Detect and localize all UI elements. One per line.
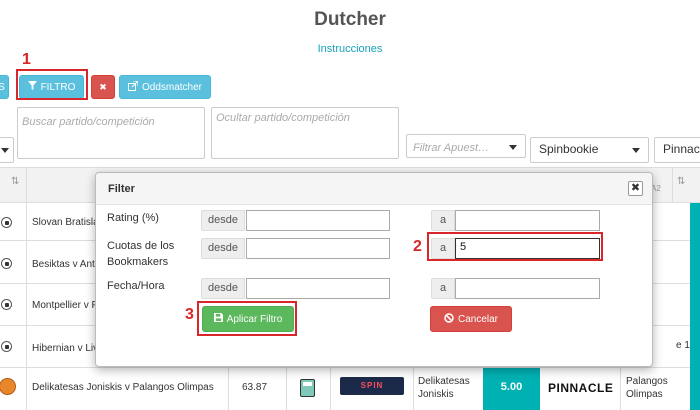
date-from-input[interactable] [246, 278, 390, 299]
bookie2-value: Pinnacle [663, 142, 700, 156]
match-name: Delikatesas Joniskis v Palangos Olimpas [32, 382, 214, 393]
highlight-box-step2 [427, 232, 603, 261]
bet-filter-placeholder: Filtrar Apuest… [413, 142, 490, 154]
basketball-icon [0, 378, 16, 395]
odds-from-input[interactable] [246, 238, 390, 259]
partial-toolbar-button[interactable]: S [0, 75, 9, 99]
dutcher-page: Dutcher Instrucciones S FILTRO 1 ✖ Oddsm… [0, 0, 700, 410]
page-title: Dutcher [314, 9, 386, 30]
match-name: Besiktas v Ant [32, 259, 95, 270]
search-match-input[interactable]: Buscar partido/competición [17, 107, 205, 159]
match-name: Hibernian v Liv [32, 343, 99, 354]
step-number-2: 2 [413, 238, 422, 255]
bet2-name: Palangos Olimpas [626, 375, 668, 401]
soccer-ball-icon [1, 258, 12, 269]
pinnacle-logo: PINNACLE [548, 381, 614, 395]
odds-value: 5.00 [483, 368, 540, 410]
bet2-line1: Palangos [626, 376, 668, 387]
table-row[interactable]: Delikatesas Joniskis v Palangos Olimpas … [0, 368, 700, 410]
bookie1-value: Spinbookie [539, 142, 599, 156]
hide-placeholder: Ocultar partido/competición [216, 112, 350, 124]
rating-label: Rating (%) [107, 212, 159, 224]
highlight-box-step3 [197, 301, 297, 336]
soccer-ball-icon [1, 341, 12, 352]
oddsmatcher-button[interactable]: Oddsmatcher [119, 75, 211, 99]
soccer-ball-icon [1, 217, 12, 228]
odds-from-addon: desde [201, 238, 245, 259]
ban-icon [444, 312, 454, 326]
oddsmatcher-button-label: Oddsmatcher [141, 81, 203, 93]
soccer-ball-icon [1, 299, 12, 310]
partial-button-label: S [0, 81, 5, 93]
bookie1-select[interactable]: Spinbookie [530, 137, 649, 163]
external-link-icon [127, 80, 139, 94]
filter-modal: Filter ✖ Rating (%) desde a Cuotas de lo… [95, 172, 653, 367]
cancel-label: Cancelar [457, 313, 499, 325]
modal-title: Filter [108, 183, 135, 195]
chevron-down-icon [509, 145, 517, 150]
sort-icon[interactable]: ⇅ [677, 176, 685, 187]
chevron-down-icon [632, 148, 640, 153]
calculator-icon[interactable] [300, 379, 315, 397]
bookie2-select[interactable]: Pinnacle [654, 137, 700, 163]
instructions-link[interactable]: Instrucciones [0, 43, 700, 55]
clear-filter-button[interactable]: ✖ [91, 75, 115, 99]
rating-to-input[interactable] [455, 210, 600, 231]
date-to-input[interactable] [455, 278, 600, 299]
rating-to-addon: a [431, 210, 455, 231]
rating-from-input[interactable] [246, 210, 390, 231]
date-from-addon: desde [201, 278, 245, 299]
date-to-addon: a [431, 278, 455, 299]
close-icon: ✖ [99, 81, 107, 92]
bet1-line1: Delikatesas [418, 376, 470, 387]
rating-from-addon: desde [201, 210, 245, 231]
odds-label: Cuotas de los Bookmakers [107, 238, 174, 270]
rating-value: 63.87 [242, 382, 268, 393]
odds-column-strip [690, 203, 700, 410]
match-name: Slovan Bratisla [32, 217, 99, 228]
bet1-line2: Joniskis [418, 389, 454, 400]
bet1-name: Delikatesas Joniskis [418, 375, 470, 401]
highlight-box-step1 [16, 69, 88, 100]
odds-label-line2: Bookmakers [107, 256, 169, 268]
bet2-line2: Olimpas [626, 389, 663, 400]
bet-filter-select[interactable]: Filtrar Apuest… [406, 134, 526, 158]
search-placeholder: Buscar partido/competición [22, 116, 155, 128]
odds-label-line1: Cuotas de los [107, 240, 175, 252]
chevron-down-icon [1, 148, 9, 153]
match-name: Montpellier v F [32, 300, 98, 311]
sort-icon[interactable]: ⇅ [11, 176, 19, 187]
modal-header: Filter ✖ [96, 173, 652, 205]
step-number-3: 3 [185, 306, 194, 323]
close-icon[interactable]: ✖ [628, 181, 643, 196]
partial-select[interactable] [0, 137, 14, 163]
cancel-button[interactable]: Cancelar [430, 306, 512, 332]
spinbookie-logo: SPIN [340, 377, 404, 395]
date-label: Fecha/Hora [107, 280, 165, 292]
step-number-1: 1 [22, 51, 31, 68]
hide-match-input[interactable]: Ocultar partido/competición [211, 107, 399, 159]
